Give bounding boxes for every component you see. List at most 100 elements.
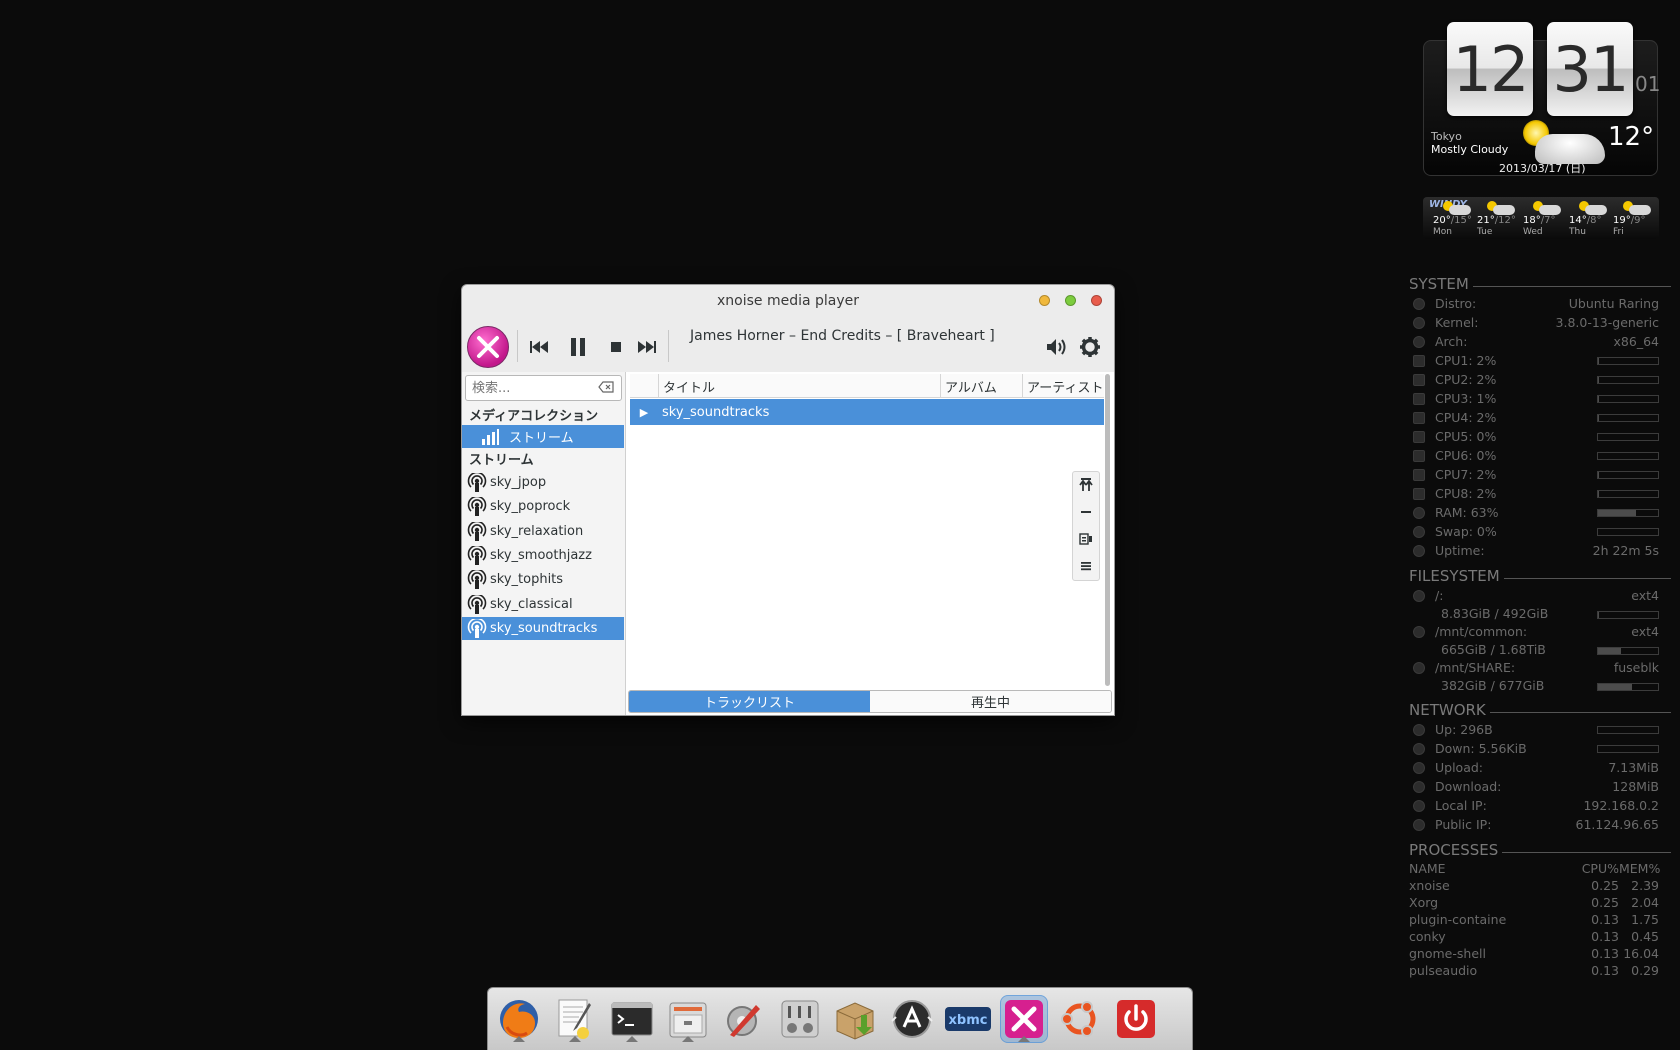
column-album[interactable]: アルバム bbox=[940, 374, 1022, 397]
previous-icon bbox=[530, 341, 548, 353]
track-row[interactable]: ▶ sky_soundtracks bbox=[630, 399, 1104, 425]
disk-icon bbox=[1413, 589, 1425, 602]
column-marker bbox=[630, 374, 658, 397]
weather-forecast: WINDY 20°/15° Mon 21°/12° Tue 18°/7° Wed… bbox=[1423, 197, 1659, 239]
sidebar-item-stream-collection[interactable]: ストリーム bbox=[462, 425, 624, 448]
forecast-hi: 20° bbox=[1433, 215, 1451, 226]
previous-button[interactable] bbox=[524, 332, 554, 362]
tab-tracklist[interactable]: トラックリスト bbox=[629, 691, 870, 712]
upload-total-icon bbox=[1413, 761, 1425, 774]
dock-item-update-manager[interactable] bbox=[888, 995, 936, 1043]
public-ip-icon bbox=[1413, 818, 1425, 831]
local-ip-icon bbox=[1413, 799, 1425, 812]
sidebar-item-stream[interactable]: sky_jpop bbox=[462, 471, 624, 494]
dock-item-terminal[interactable] bbox=[608, 995, 656, 1043]
play-marker-icon: ▶ bbox=[639, 405, 649, 419]
scrollbar-thumb[interactable] bbox=[1105, 374, 1110, 686]
radio-stream-icon bbox=[467, 569, 487, 589]
scroll-to-top-button[interactable] bbox=[1073, 472, 1099, 498]
conky-row: CPU1: 2% bbox=[1409, 351, 1671, 370]
forecast-hi: 14° bbox=[1569, 215, 1587, 226]
sidebar-item-label: sky_poprock bbox=[490, 499, 571, 514]
pause-icon bbox=[571, 338, 585, 356]
conky-row: Kernel: 3.8.0-13-generic bbox=[1409, 313, 1671, 332]
dock-item-package-installer[interactable] bbox=[831, 995, 879, 1043]
column-chooser-button[interactable] bbox=[1073, 526, 1099, 552]
mixer-icon bbox=[781, 1000, 819, 1038]
partly-cloudy-icon bbox=[1485, 201, 1515, 215]
dock-item-mixer[interactable] bbox=[776, 995, 824, 1043]
conky-row: /mnt/SHARE: fuseblk bbox=[1409, 658, 1671, 677]
xbmc-icon: xbmc bbox=[945, 1007, 991, 1031]
sidebar-item-stream[interactable]: sky_relaxation bbox=[462, 520, 624, 543]
column-artist[interactable]: アーティスト bbox=[1022, 374, 1104, 397]
dock-item-power[interactable] bbox=[1112, 995, 1160, 1043]
settings-button[interactable] bbox=[1075, 332, 1105, 362]
cpu-icon bbox=[1413, 468, 1425, 481]
dock-item-xbmc[interactable]: xbmc bbox=[944, 995, 992, 1043]
conky-row: Upload: 7.13MiB bbox=[1409, 758, 1671, 777]
conky-network: NETWORK Up: 296B Down: 5.56KiB Upload: 7.… bbox=[1409, 700, 1671, 834]
disk-icon bbox=[1413, 661, 1425, 674]
conky-row: CPU6: 0% bbox=[1409, 446, 1671, 465]
firefox-icon bbox=[500, 1000, 538, 1038]
conky-row: Distro: Ubuntu Raring bbox=[1409, 294, 1671, 313]
sidebar-item-stream[interactable]: sky_tophits bbox=[462, 568, 624, 591]
dock-item-xnoise[interactable] bbox=[1000, 995, 1048, 1043]
text-editor-icon bbox=[558, 999, 591, 1039]
partly-cloudy-icon bbox=[1441, 201, 1471, 215]
cpu-icon bbox=[1413, 411, 1425, 424]
xnoise-logo-icon bbox=[477, 336, 499, 358]
remove-button[interactable] bbox=[1073, 499, 1099, 525]
tracklist-header: タイトル アルバム アーティスト bbox=[630, 374, 1104, 398]
vertical-scrollbar[interactable] bbox=[1104, 374, 1112, 688]
close-button[interactable] bbox=[1091, 295, 1102, 306]
column-title[interactable]: タイトル bbox=[658, 374, 940, 397]
section-title: NETWORK bbox=[1409, 701, 1486, 719]
maximize-button[interactable] bbox=[1065, 295, 1076, 306]
arch-icon bbox=[1413, 335, 1425, 348]
conky-row: Download: 128MiB bbox=[1409, 777, 1671, 796]
dock-item-file-manager[interactable] bbox=[664, 995, 712, 1043]
streams-header: ストリーム bbox=[469, 453, 534, 468]
sidebar-item-stream[interactable]: sky_classical bbox=[462, 593, 624, 616]
pause-button[interactable] bbox=[563, 332, 593, 362]
sidebar-item-stream[interactable]: sky_poprock bbox=[462, 495, 624, 518]
sidebar-item-label: ストリーム bbox=[509, 431, 574, 446]
minus-icon bbox=[1081, 511, 1091, 513]
sidebar-item-stream[interactable]: sky_smoothjazz bbox=[462, 544, 624, 567]
distro-icon bbox=[1413, 297, 1425, 310]
dock-item-system-settings[interactable] bbox=[720, 995, 768, 1043]
conky-row: CPU8: 2% bbox=[1409, 484, 1671, 503]
title-bar[interactable]: xnoise media player bbox=[462, 285, 1114, 316]
dock-item-firefox[interactable] bbox=[495, 995, 543, 1043]
tracklist-panel: タイトル アルバム アーティスト ▶ sky_soundtracks トラックリ… bbox=[626, 372, 1114, 715]
tab-now-playing[interactable]: 再生中 bbox=[870, 691, 1111, 712]
stop-button[interactable] bbox=[601, 332, 631, 362]
swap-icon bbox=[1413, 525, 1425, 538]
terminal-icon bbox=[611, 1002, 653, 1036]
clear-search-icon[interactable] bbox=[598, 381, 614, 393]
next-button[interactable] bbox=[632, 332, 662, 362]
uptime-icon bbox=[1413, 544, 1425, 557]
minimize-button[interactable] bbox=[1039, 295, 1050, 306]
file-manager-icon bbox=[669, 1002, 707, 1038]
player-toolbar: James Horner – End Credits – [ Bravehear… bbox=[462, 316, 1114, 372]
dock-item-ubuntu[interactable] bbox=[1056, 995, 1104, 1043]
sidebar-item-label: sky_soundtracks bbox=[490, 621, 598, 636]
menu-button[interactable] bbox=[1073, 553, 1099, 579]
ubuntu-icon bbox=[1061, 1001, 1096, 1037]
running-indicator bbox=[569, 1036, 581, 1042]
dock-item-text-editor[interactable] bbox=[551, 995, 599, 1043]
process-row: xnoise 0.25 2.39 bbox=[1409, 878, 1659, 893]
process-row: conky 0.13 0.45 bbox=[1409, 929, 1659, 944]
sidebar-item-stream[interactable]: sky_soundtracks bbox=[462, 617, 624, 640]
volume-button[interactable] bbox=[1042, 332, 1072, 362]
forecast-hi: 18° bbox=[1523, 215, 1541, 226]
xnoise-menu-button[interactable] bbox=[467, 326, 509, 368]
update-manager-icon bbox=[891, 1000, 933, 1038]
conky-row: CPU2: 2% bbox=[1409, 370, 1671, 389]
section-title: SYSTEM bbox=[1409, 275, 1469, 293]
conky-row: CPU3: 1% bbox=[1409, 389, 1671, 408]
forecast-lo: /15° bbox=[1450, 215, 1472, 226]
